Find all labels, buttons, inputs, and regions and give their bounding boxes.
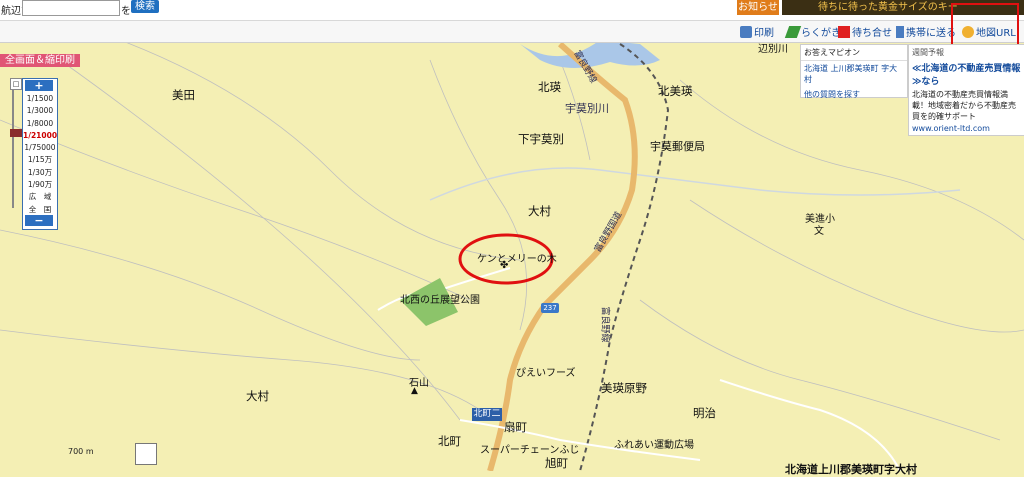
zoom-level-selected[interactable]: 1/21000	[23, 129, 57, 143]
place-label: 美瑛原野	[601, 381, 647, 395]
zoom-level[interactable]: 1/90万	[23, 179, 57, 191]
zoom-slider-handle[interactable]	[10, 129, 22, 137]
weather-forecast[interactable]: 週間予報	[909, 45, 1024, 60]
print-link[interactable]: 印刷	[754, 28, 774, 39]
zoom-level[interactable]: 広 域	[23, 191, 57, 203]
station-badge: 北町二	[472, 408, 502, 421]
poi-label: 宇莫郵便局	[650, 140, 705, 153]
poi-label: 北西の丘展望公園	[400, 295, 480, 306]
meeting-link[interactable]: 待ち合せ	[852, 28, 892, 39]
poi-label: スーパーチェーンふじ	[480, 445, 580, 456]
mobile-tool[interactable]: 携帯に送る	[896, 24, 956, 39]
pencil-icon	[784, 26, 802, 38]
address-bar: 北海道上川郡美瑛町字大村	[785, 463, 917, 476]
ad-url[interactable]: www.orient-ltd.com	[909, 123, 1024, 134]
mobile-phone-icon	[896, 26, 904, 38]
zoom-level[interactable]: 1/1500	[23, 93, 57, 105]
poi-label: ケンとメリーの木	[477, 254, 557, 265]
place-label: 大村	[528, 204, 551, 218]
place-label: 北町	[438, 434, 461, 448]
search-suffix: を	[121, 6, 131, 17]
station-label: 北美瑛	[658, 84, 693, 98]
poi-label: ふれあい運動広場	[614, 440, 694, 451]
place-label: 美田	[172, 88, 195, 102]
top-search-bar: 航辺で を 検索 お知らせ 待ちに待った黄金サイズのキー	[0, 0, 1024, 21]
zoom-in-button[interactable]: +	[25, 80, 53, 91]
scale-logo-icon	[135, 443, 157, 465]
zoom-out-button[interactable]: −	[25, 215, 53, 226]
full-screen-print-button[interactable]: 全画面＆縮印刷	[0, 54, 80, 67]
mountain-icon: ▲	[411, 386, 418, 396]
print-icon	[740, 26, 752, 38]
school-icon: 文	[814, 226, 824, 237]
place-label: 明治	[693, 406, 716, 420]
tree-marker-icon: ✤	[500, 260, 509, 271]
slider-top-cap: □	[10, 78, 22, 90]
poi-label: ぴえいフーズ	[516, 368, 576, 379]
search-button[interactable]: 検索	[131, 0, 159, 13]
doodle-tool[interactable]: らくがき	[784, 24, 841, 39]
doodle-link[interactable]: らくがき	[801, 28, 841, 39]
search-input[interactable]	[22, 0, 120, 16]
zoom-level-list: 1/1500 1/3000 1/8000 1/21000 1/75000 1/1…	[23, 93, 57, 216]
qa-link[interactable]: 他の質問を探す	[801, 87, 907, 102]
zoom-slider-track[interactable]	[12, 90, 22, 208]
map-toolbar: 印刷 らくがき 待ち合せ 携帯に送る 地図URL	[0, 21, 1024, 43]
print-tool[interactable]: 印刷	[740, 24, 774, 39]
meeting-tool[interactable]: 待ち合せ	[838, 24, 892, 39]
qa-title: お答えマピオン	[801, 45, 907, 61]
place-label: 扇町	[504, 420, 527, 434]
flag-icon	[838, 26, 850, 38]
route-shield: 237	[541, 303, 559, 313]
river-label: 宇莫別川	[565, 102, 609, 115]
ad-title[interactable]: ≪北海道の不動産売買情報≫なら	[909, 60, 1024, 88]
ad-body: 北海道の不動産売買情報満載！地域密着だから不動産売買を的確サポート	[912, 90, 1016, 121]
place-label: 下宇莫別	[518, 132, 564, 146]
place-label: 旭町	[545, 456, 568, 470]
zoom-control: + 1/1500 1/3000 1/8000 1/21000 1/75000 1…	[22, 78, 58, 230]
rail-label: 富良野線	[599, 306, 610, 343]
zoom-level[interactable]: 1/75000	[23, 142, 57, 154]
qa-panel: お答えマピオン 北海道 上川郡美瑛町 字大村 他の質問を探す	[800, 44, 908, 99]
zoom-level[interactable]: 1/8000	[23, 118, 57, 130]
zoom-level[interactable]: 1/3000	[23, 105, 57, 117]
mobile-link[interactable]: 携帯に送る	[906, 28, 956, 39]
scale-label: 700 m	[68, 447, 94, 456]
place-label: 大村	[246, 389, 269, 403]
zoom-level[interactable]: 1/30万	[23, 167, 57, 179]
river-label: 辺別川	[758, 44, 788, 55]
zoom-level[interactable]: 1/15万	[23, 154, 57, 166]
qa-location[interactable]: 北海道 上川郡美瑛町 字大村	[801, 61, 907, 87]
notice-button[interactable]: お知らせ	[737, 0, 779, 15]
place-label: 北瑛	[538, 80, 561, 94]
ad-panel: 週間予報 ≪北海道の不動産売買情報≫なら 北海道の不動産売買情報満載！地域密着だ…	[908, 44, 1024, 136]
highlight-box	[951, 3, 1019, 47]
